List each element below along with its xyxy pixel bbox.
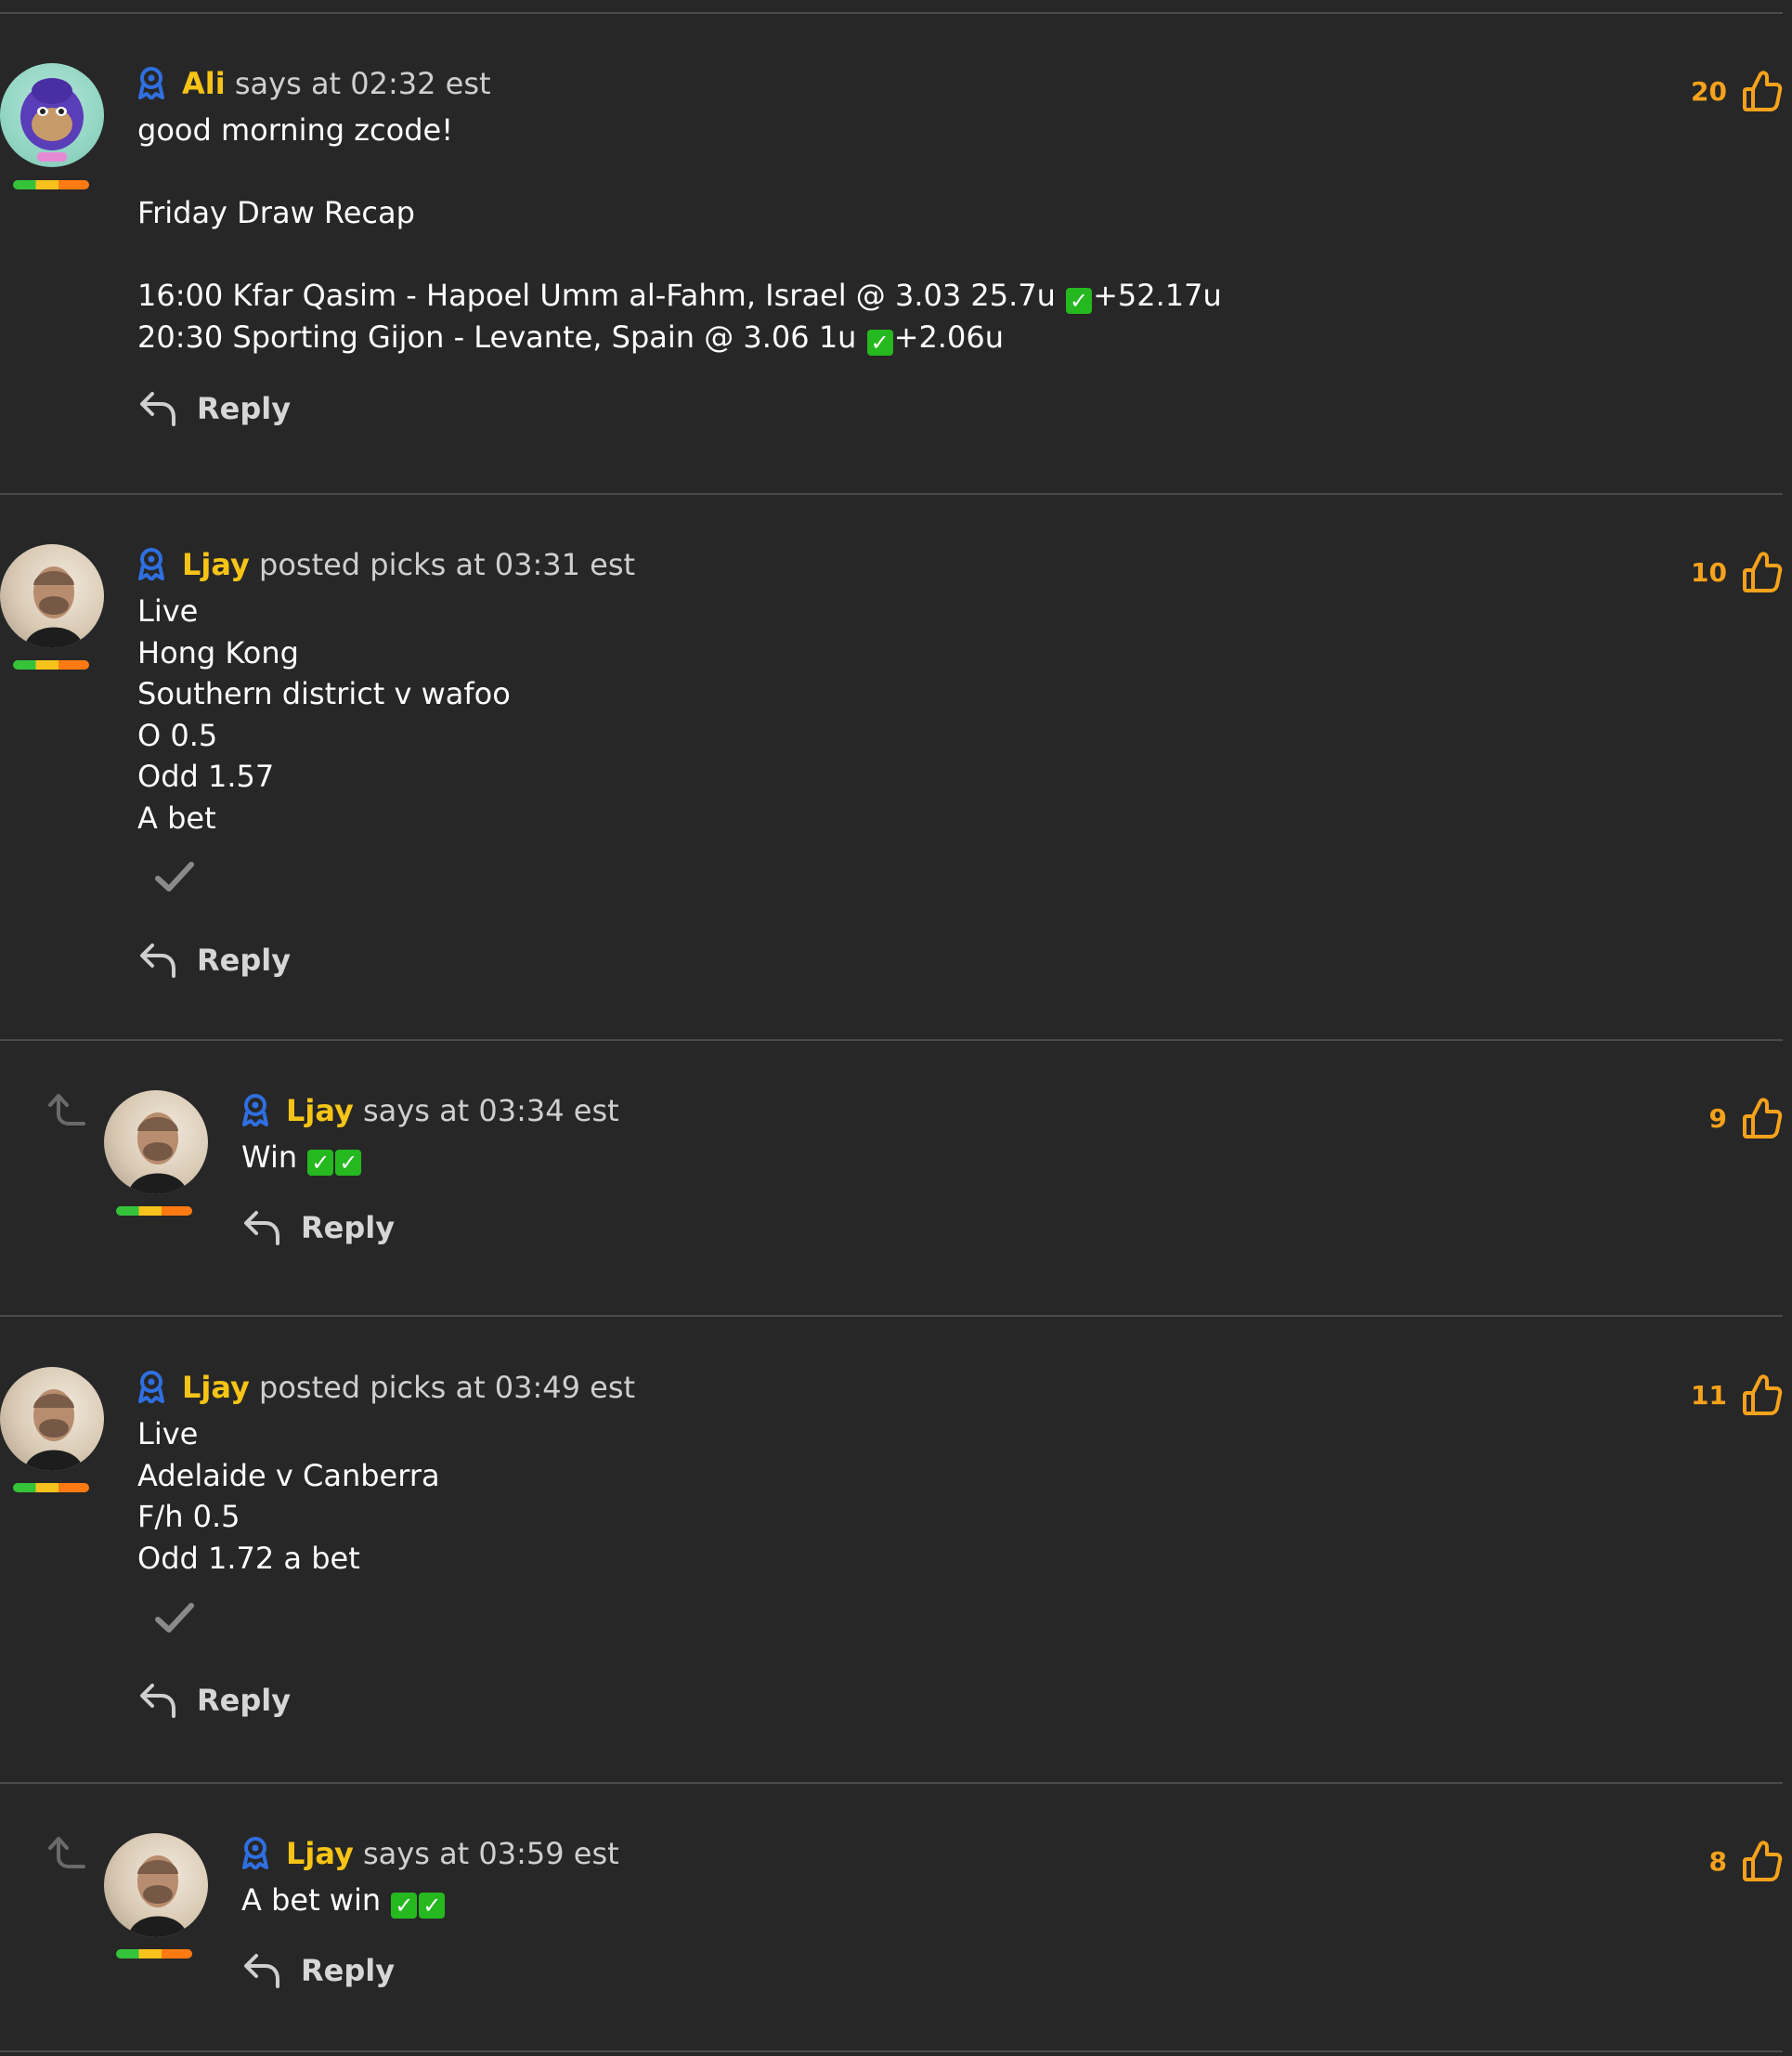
check-emoji-icon: ✓: [866, 329, 893, 356]
check-emoji-icon: ✓: [419, 1893, 446, 1919]
badge-icon: [242, 1837, 268, 1869]
avatar[interactable]: [104, 1833, 208, 1937]
body-line: Hong Kong: [137, 634, 299, 670]
divider: [0, 1782, 1783, 1784]
check-emoji-icon: ✓: [1066, 288, 1093, 315]
thumbs-up-icon: [1743, 1841, 1783, 1881]
comment-header: Ljay says at 03:59 est: [241, 1835, 619, 1872]
body-line: Live: [137, 593, 199, 629]
divider: [0, 493, 1783, 495]
reply-icon: [140, 392, 175, 426]
body-line: A bet win: [241, 1882, 391, 1918]
check-emoji-icon: ✓: [391, 1893, 418, 1919]
comment-body: Live Adelaide v Canberra F/h 0.5 Odd 1.7…: [137, 1413, 440, 1579]
thumbs-up-icon: [1743, 552, 1783, 592]
comment-body: good morning zcode! Friday Draw Recap 16…: [137, 110, 1222, 358]
divider: [0, 1315, 1783, 1317]
comment-header: Ali says at 02:32 est: [137, 65, 491, 102]
like-button[interactable]: 8: [1709, 1839, 1783, 1883]
rank-bar: [13, 1483, 89, 1492]
reply-button[interactable]: Reply: [241, 1205, 395, 1250]
likes-count: 9: [1708, 1102, 1727, 1134]
body-line: good morning zcode!: [137, 112, 454, 148]
check-emoji-icon: ✓: [335, 1150, 362, 1176]
body-line: F/h 0.5: [137, 1499, 240, 1535]
body-line: O 0.5: [137, 717, 218, 753]
thumbs-up-icon: [1743, 71, 1783, 111]
rank-bar: [116, 1949, 192, 1958]
like-button[interactable]: 11: [1691, 1373, 1783, 1417]
reply-thread-icon: [48, 1837, 85, 1868]
check-emoji-icon: ✓: [307, 1150, 334, 1176]
avatar[interactable]: [0, 1367, 104, 1471]
username[interactable]: Ljay: [182, 1370, 250, 1405]
comment-body: Live Hong Kong Southern district v wafoo…: [137, 591, 511, 839]
result-check-icon: [155, 862, 194, 891]
reply-button[interactable]: Reply: [241, 1948, 395, 1993]
body-line: Odd 1.72 a bet: [137, 1540, 360, 1576]
like-button[interactable]: 9: [1709, 1096, 1783, 1140]
body-line-tail: +2.06u: [893, 319, 1004, 355]
rank-bar: [116, 1206, 192, 1216]
username[interactable]: Ali: [182, 66, 226, 101]
divider: [0, 12, 1783, 14]
username[interactable]: Ljay: [286, 1093, 354, 1128]
comment-header: Ljay posted picks at 03:49 est: [137, 1369, 635, 1406]
reply-icon: [244, 1954, 279, 1988]
body-line: Adelaide v Canberra: [137, 1457, 440, 1493]
divider: [0, 1039, 1783, 1041]
likes-count: 8: [1708, 1845, 1727, 1877]
username[interactable]: Ljay: [182, 547, 250, 582]
result-check-icon: [155, 1603, 194, 1633]
thumbs-up-icon: [1743, 1374, 1783, 1415]
reply-icon: [140, 943, 175, 978]
reply-button[interactable]: Reply: [137, 386, 291, 431]
rank-bar: [13, 180, 89, 189]
avatar[interactable]: [104, 1090, 208, 1194]
avatar[interactable]: [0, 63, 104, 167]
comment-meta: says at 03:34 est: [363, 1093, 619, 1128]
comment-body: A bet win ✓ ✓: [241, 1880, 446, 1921]
rank-bar: [13, 660, 89, 670]
body-line: Southern district v wafoo: [137, 676, 511, 712]
comment-header: Ljay posted picks at 03:31 est: [137, 546, 635, 583]
body-line-tail: +52.17u: [1093, 278, 1222, 314]
badge-icon: [138, 67, 164, 99]
reply-label: Reply: [301, 1210, 396, 1245]
username[interactable]: Ljay: [286, 1836, 354, 1871]
comment-meta: says at 02:32 est: [234, 66, 491, 101]
reply-button[interactable]: Reply: [137, 1678, 291, 1723]
comment-body: Win ✓ ✓: [241, 1137, 362, 1178]
likes-count: 10: [1691, 556, 1727, 588]
like-button[interactable]: 10: [1691, 550, 1783, 594]
reply-icon: [244, 1211, 279, 1245]
badge-icon: [242, 1094, 268, 1126]
thumbs-up-icon: [1743, 1098, 1783, 1139]
avatar[interactable]: [0, 544, 104, 648]
body-line: Win: [241, 1139, 307, 1175]
badge-icon: [138, 548, 164, 580]
body-line: A bet: [137, 800, 216, 836]
badge-icon: [138, 1371, 164, 1403]
reply-button[interactable]: Reply: [137, 938, 291, 982]
body-line: Friday Draw Recap: [137, 195, 415, 231]
comment-meta: says at 03:59 est: [363, 1836, 619, 1871]
reply-label: Reply: [197, 391, 292, 426]
reply-label: Reply: [197, 1683, 292, 1718]
divider: [0, 2050, 1783, 2052]
reply-label: Reply: [197, 943, 292, 978]
body-line: Live: [137, 1416, 199, 1451]
body-line: Odd 1.57: [137, 759, 275, 795]
reply-thread-icon: [48, 1094, 85, 1126]
comment-meta: posted picks at 03:31 est: [259, 547, 636, 582]
body-line: 16:00 Kfar Qasim - Hapoel Umm al-Fahm, I…: [137, 278, 1066, 314]
likes-count: 20: [1691, 75, 1727, 107]
likes-count: 11: [1691, 1379, 1727, 1411]
reply-icon: [140, 1684, 175, 1718]
reply-label: Reply: [301, 1953, 396, 1988]
comment-header: Ljay says at 03:34 est: [241, 1092, 619, 1129]
comment-meta: posted picks at 03:49 est: [259, 1370, 636, 1405]
like-button[interactable]: 20: [1691, 69, 1783, 113]
body-line: 20:30 Sporting Gijon - Levante, Spain @ …: [137, 319, 866, 355]
